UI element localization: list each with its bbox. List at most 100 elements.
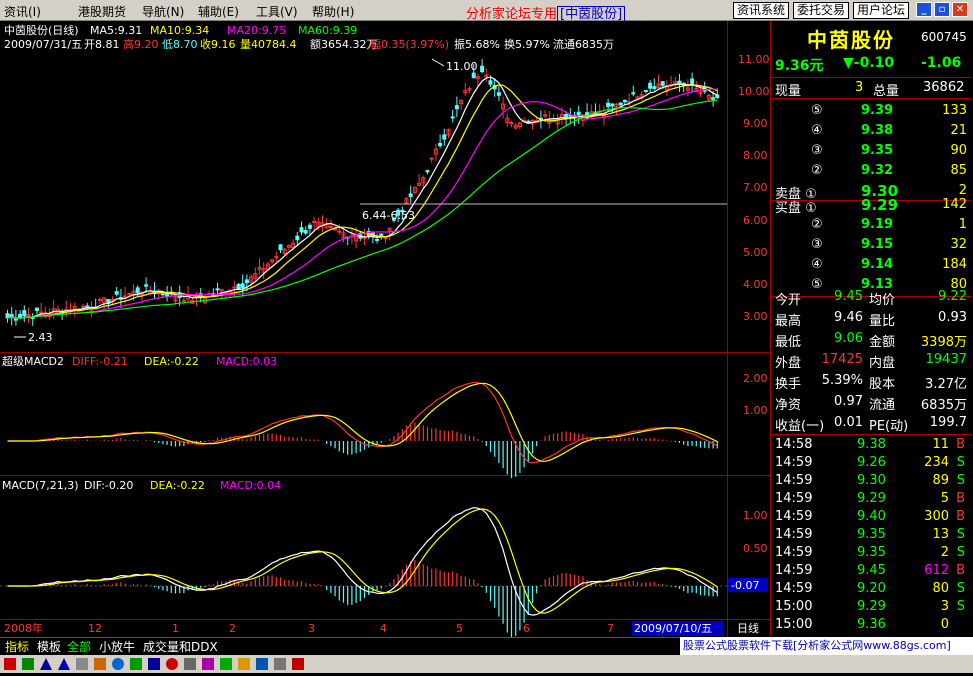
tab-all[interactable]: 全部 [64,639,94,655]
tab-volume-ddx[interactable]: 成交量和DDX [140,639,221,655]
buy-order-row[interactable]: ② 9.19 1 [771,215,971,235]
buy-order-row[interactable]: ③ 9.15 32 [771,235,971,255]
candle-body [303,229,308,234]
menu-help[interactable]: 帮助(H) [312,3,354,20]
close-icon[interactable]: ✕ [952,2,968,17]
tick-row[interactable]: 15:00 9.36 0 [771,616,971,634]
bar-float: 流通6835万 [553,37,614,51]
price-tick: 4.00 [743,278,768,291]
tick-row[interactable]: 14:59 9.35 2 S [771,544,971,562]
stat-row: 净资 0.97 流通 6835万 [771,392,971,413]
time-axis-start: 2008年 [4,621,43,635]
tick-row[interactable]: 14:59 9.45 612 B [771,562,971,580]
trade-order-button[interactable]: 委托交易 [793,2,850,19]
toolbar-icon[interactable] [130,658,142,670]
tick-row[interactable]: 15:00 9.29 3 S [771,598,971,616]
tick-row[interactable]: 14:58 9.38 11 B [771,436,971,454]
tick-volume: 89 [932,473,949,488]
toolbar-icon[interactable] [148,658,160,670]
tick-side: S [956,599,965,614]
range-annotation: 6.44-6.53 [362,209,415,222]
stock-title: 中茵股份(日线) [4,23,79,37]
toolbar-icon[interactable] [166,658,178,670]
cursor-date: 2009/07/10/五 [634,622,712,635]
macd-macd: MACD:0.04 [220,479,281,492]
candle-body [34,307,39,312]
tick-row[interactable]: 14:59 9.35 13 S [771,526,971,544]
tick-row[interactable]: 14:59 9.40 300 B [771,508,971,526]
toolbar-icon[interactable] [184,658,196,670]
tab-indicator[interactable]: 指标 [2,639,32,655]
macd2-macd: MACD:0.03 [216,355,277,368]
chart-area[interactable]: 中茵股份(日线) MA5:9.31 MA10:9.34 MA20:9.75 MA… [0,21,770,638]
menu-assist[interactable]: 辅助(E) [198,3,239,20]
toolbar-icon[interactable] [22,658,34,670]
menu-tools[interactable]: 工具(V) [256,3,298,20]
time-tick: 2 [229,622,236,635]
order-volume: 85 [950,163,967,178]
minimize-icon[interactable]: _ [916,2,932,17]
tick-price: 9.30 [857,473,886,488]
time-tick: 7 [607,622,614,635]
macd2-diff: DIFF:-0.21 [72,355,128,368]
tab-xiaofangniu[interactable]: 小放牛 [96,639,138,655]
bar-turnover: 换5.97% [504,37,550,51]
toolbar-icon[interactable] [112,658,124,670]
candle-body [144,284,149,287]
toolbar-icon[interactable] [40,658,52,670]
macd-dif: DIF:-0.20 [84,479,133,492]
toolbar-icon[interactable] [76,658,88,670]
toolbar-icon[interactable] [292,658,304,670]
toolbar-icon[interactable] [256,658,268,670]
stat-value: 9.45 [834,289,863,304]
tick-price: 9.35 [857,545,886,560]
toolbar-icon[interactable] [94,658,106,670]
toolbar-icon[interactable] [274,658,286,670]
info-system-button[interactable]: 资讯系统 [733,2,790,19]
bar-amount: 额3654.32万 [310,38,378,51]
tick-volume: 13 [932,527,949,542]
macd-panel[interactable] [0,506,727,638]
order-volume: 133 [942,103,967,118]
tick-row[interactable]: 14:59 9.26 234 S [771,454,971,472]
menu-hk-futures[interactable]: 港股期货 [78,3,126,20]
menu-info[interactable]: 资讯(I) [4,3,41,20]
kline-chart-svg[interactable]: 中茵股份(日线) MA5:9.31 MA10:9.34 MA20:9.75 MA… [0,21,770,638]
candle-body [480,65,485,73]
stat-value: 0.01 [834,415,863,430]
ma20-label: MA20:9.75 [227,24,286,37]
candle-body [22,310,27,317]
toolbar-icon[interactable] [202,658,214,670]
tick-price: 9.29 [857,491,886,506]
candle-body [299,227,304,233]
tab-template[interactable]: 模板 [34,639,64,655]
sell-order-row[interactable]: ③ 9.35 90 [771,141,971,161]
main-price-panel[interactable] [5,58,727,338]
tick-row[interactable]: 14:59 9.30 89 S [771,472,971,490]
candle-body [278,244,283,251]
order-price: 9.39 [861,103,894,118]
menu-navigation[interactable]: 导航(N) [142,3,184,20]
sell-order-row[interactable]: ④ 9.38 21 [771,121,971,141]
restore-icon[interactable]: ▫ [934,2,950,17]
bar-open: 开8.81 [84,38,120,51]
sell-order-row[interactable]: ⑤ 9.39 133 [771,101,971,121]
ad-banner[interactable]: 股票公式股票软件下载[分析家公式网www.88gs.com] [680,637,973,655]
tick-row[interactable]: 14:59 9.20 80 S [771,580,971,598]
toolbar-icon[interactable] [220,658,232,670]
buy-order-row[interactable]: ④ 9.14 184 [771,255,971,275]
ma10-label: MA10:9.34 [150,24,209,37]
toolbar-icon[interactable] [238,658,250,670]
macd2-panel[interactable] [7,381,718,479]
sell-order-row[interactable]: ② 9.32 85 [771,161,971,181]
tick-row[interactable]: 14:59 9.29 5 B [771,490,971,508]
tick-volume: 234 [924,455,949,470]
stat-label: 收益(一) [775,419,825,434]
order-price: 9.32 [861,163,894,178]
stat-label: 外盘 [775,356,802,371]
user-forum-button[interactable]: 用户论坛 [853,2,910,19]
toolbar-icon[interactable] [58,658,70,670]
buy-order-row[interactable]: 买盘 ① 9.29 142 [771,195,971,216]
candle-body [375,238,380,241]
toolbar-icon[interactable] [4,658,16,670]
